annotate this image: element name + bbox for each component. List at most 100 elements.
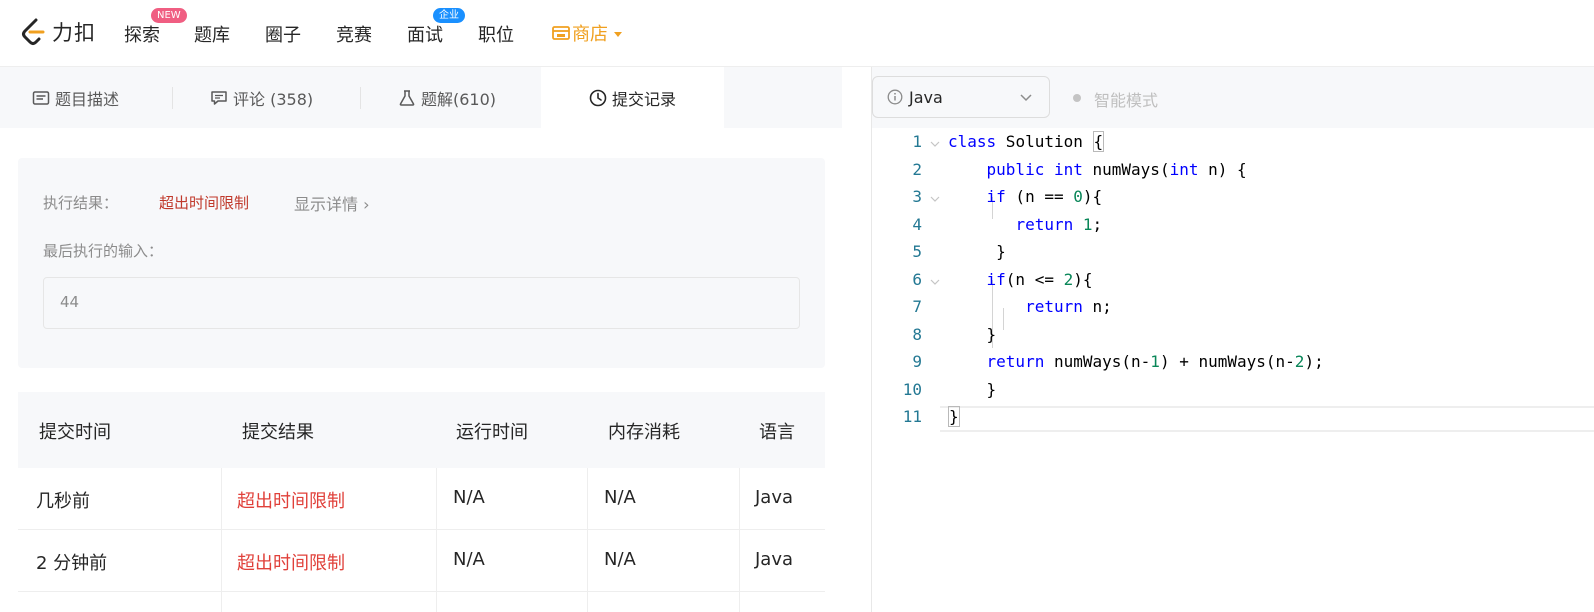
last-input-box: 44: [43, 277, 800, 329]
line-number: 1: [912, 132, 922, 151]
table-row[interactable]: 几秒前 超出时间限制 N/A N/A Java: [18, 468, 825, 530]
result-panel: [18, 158, 825, 368]
result-status: 超出时间限制: [159, 194, 250, 212]
row-result[interactable]: 超出时间限制: [237, 487, 345, 513]
nav-circle[interactable]: 圈子: [265, 21, 301, 47]
fold-chevron-icon[interactable]: [930, 194, 940, 204]
description-icon: [32, 90, 50, 105]
code-line-2: public int numWays(int n) {: [986, 160, 1247, 179]
cell-divider: [436, 592, 437, 612]
last-input-value: 44: [60, 293, 80, 311]
nav-problems[interactable]: 题库: [194, 21, 230, 47]
current-line-highlight: [940, 406, 1594, 432]
cell-divider: [221, 468, 222, 530]
cell-divider: [221, 592, 222, 612]
table-header: 提交时间 提交结果 运行时间 内存消耗 语言: [18, 392, 825, 468]
language-value: Java: [909, 87, 943, 107]
nav-store[interactable]: 商店: [552, 20, 622, 46]
tab-divider: [172, 87, 173, 109]
cell-divider: [436, 468, 437, 530]
line-number: 7: [912, 297, 922, 316]
smart-mode-toggle[interactable]: 智能模式: [1094, 87, 1158, 111]
info-icon: [887, 89, 903, 105]
line-number: 3: [912, 187, 922, 206]
caret-down-icon: [614, 31, 622, 37]
code-editor[interactable]: 1 class Solution { 2 public int numWays(…: [872, 128, 1594, 612]
tab-comments[interactable]: 评论 (358): [210, 67, 313, 128]
leetcode-logo-icon: [22, 18, 45, 45]
row-language: Java: [755, 549, 794, 570]
editor-toolbar: Java 智能模式: [872, 67, 1594, 128]
cell-divider: [436, 530, 437, 592]
header-submit-time: 提交时间: [39, 422, 111, 443]
code-line-11: }: [948, 406, 960, 427]
tab-divider: [360, 87, 361, 109]
row-memory: N/A: [604, 487, 636, 508]
store-icon: [552, 26, 570, 40]
code-line-9: return numWays(n-1) + numWays(n-2);: [986, 352, 1324, 371]
clock-icon: [589, 89, 607, 106]
logo-text: 力扣: [52, 21, 96, 45]
tab-solutions[interactable]: 题解(610): [398, 67, 496, 128]
nav-explore[interactable]: 探索: [124, 21, 160, 47]
language-select[interactable]: Java: [872, 76, 1050, 118]
fold-chevron-icon[interactable]: [930, 277, 940, 287]
cell-divider: [739, 530, 740, 592]
line-number: 6: [912, 270, 922, 289]
code-line-6: if(n <= 2){: [986, 270, 1093, 289]
nav-interview[interactable]: 面试: [407, 21, 443, 47]
comment-icon: [211, 90, 227, 105]
enterprise-badge: 企业: [433, 8, 465, 23]
panel-splitter[interactable]: [842, 67, 872, 612]
cell-divider: [739, 592, 740, 612]
code-line-5: }: [948, 242, 1006, 261]
problem-tabbar: 题目描述 评论 (358) 题解(610) 提交记录: [0, 67, 842, 128]
nav-contest[interactable]: 竞赛: [336, 21, 372, 47]
line-number: 10: [902, 380, 922, 399]
store-label: 商店: [572, 24, 608, 45]
row-time: 2 分钟前: [36, 553, 108, 574]
fold-chevron-icon[interactable]: [930, 139, 940, 149]
cell-divider: [587, 468, 588, 530]
leetcode-logo[interactable]: 力扣: [18, 17, 96, 47]
line-number: 5: [912, 242, 922, 261]
submissions-table: 提交时间 提交结果 运行时间 内存消耗 语言 几秒前 超出时间限制 N/A N/…: [18, 392, 825, 612]
code-line-8: }: [948, 325, 997, 344]
tab-description[interactable]: 题目描述: [32, 67, 119, 128]
code-line-10: }: [948, 380, 997, 399]
tab-comments-label: 评论 (358): [233, 89, 314, 109]
show-details-link[interactable]: 显示详情 ›: [294, 191, 370, 215]
row-runtime: N/A: [453, 487, 485, 508]
code-line-1: class Solution {: [948, 131, 1105, 152]
header-language: 语言: [759, 422, 795, 443]
table-row[interactable]: [18, 592, 825, 612]
tab-submissions[interactable]: 提交记录: [541, 67, 724, 128]
chevron-down-icon: [1020, 94, 1032, 102]
row-language: Java: [755, 487, 794, 508]
line-number: 9: [912, 352, 922, 371]
line-number: 8: [912, 325, 922, 344]
new-badge: NEW: [151, 8, 187, 23]
row-memory: N/A: [604, 549, 636, 570]
cell-divider: [587, 592, 588, 612]
header-runtime: 运行时间: [456, 422, 528, 443]
nav-jobs[interactable]: 职位: [478, 21, 514, 47]
tab-solutions-label: 题解(610): [421, 89, 497, 109]
result-label: 执行结果：: [43, 194, 119, 212]
row-runtime: N/A: [453, 549, 485, 570]
cell-divider: [587, 530, 588, 592]
cell-divider: [739, 468, 740, 530]
code-line-3: if (n == 0){: [986, 187, 1103, 206]
flask-icon: [399, 89, 415, 106]
table-row[interactable]: 2 分钟前 超出时间限制 N/A N/A Java: [18, 530, 825, 592]
line-number: 2: [912, 160, 922, 179]
smart-mode-dot-icon: [1073, 94, 1081, 102]
last-input-label: 最后执行的输入：: [43, 242, 164, 260]
header-submit-result: 提交结果: [242, 422, 314, 443]
header-memory: 内存消耗: [608, 422, 680, 443]
top-navigation: 力扣 探索 NEW 题库 圈子 竞赛 面试 企业 职位 商店: [0, 0, 1594, 67]
row-result[interactable]: 超出时间限制: [237, 549, 345, 575]
tab-description-label: 题目描述: [55, 89, 120, 109]
row-time: 几秒前: [36, 491, 90, 512]
code-line-7: return n;: [1025, 297, 1112, 316]
